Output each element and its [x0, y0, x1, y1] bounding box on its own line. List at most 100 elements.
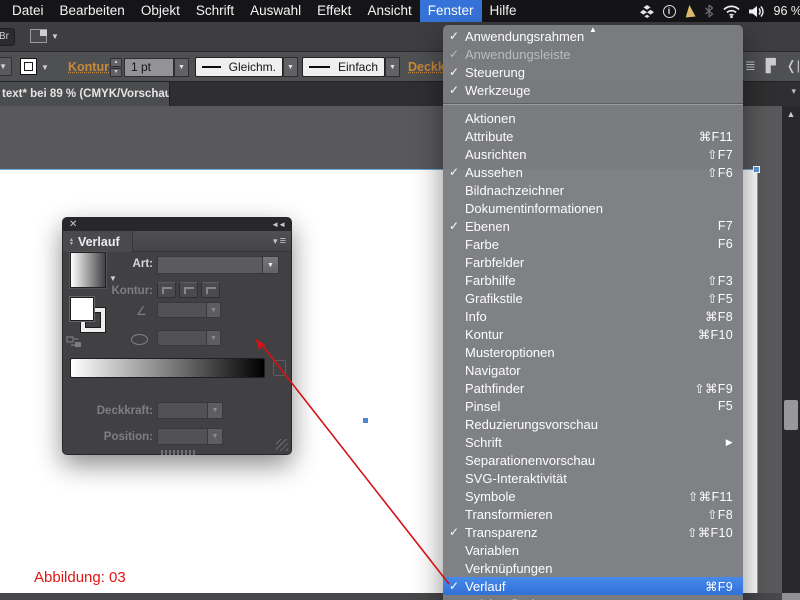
- workspace-switcher[interactable]: ▼: [30, 29, 59, 43]
- menu-item-bildnachzeichner[interactable]: Bildnachzeichner: [443, 181, 743, 199]
- clipped-dropdown-button[interactable]: ▼: [0, 57, 12, 76]
- menu-item-ausrichten[interactable]: Ausrichten ⇧F7: [443, 145, 743, 163]
- stroke-gradient-within-button[interactable]: [157, 282, 176, 298]
- menubar-item-hilfe[interactable]: Hilfe: [482, 0, 525, 22]
- menu-item-schrift[interactable]: Schrift ▶: [443, 433, 743, 451]
- chevron-down-icon[interactable]: ▼: [262, 257, 278, 273]
- stroke-weight-value[interactable]: 1 pt: [124, 58, 174, 77]
- dropbox-icon[interactable]: [639, 4, 654, 18]
- alert-icon[interactable]: [683, 4, 696, 18]
- menu-item-farbfelder[interactable]: Farbfelder: [443, 253, 743, 271]
- gradient-slider[interactable]: [70, 358, 265, 378]
- menu-item-zeichenflächen[interactable]: Zeichenflächen: [443, 595, 743, 600]
- menu-item-variablen[interactable]: Variablen: [443, 541, 743, 559]
- aspect-ratio-field[interactable]: ▼: [157, 330, 221, 346]
- menu-item-info[interactable]: Info ⌘F8: [443, 307, 743, 325]
- menu-item-label: Ebenen: [465, 218, 510, 234]
- width-profile-caret[interactable]: ▼: [283, 57, 298, 77]
- close-icon[interactable]: ✕: [69, 218, 77, 231]
- scrollbar-thumb[interactable]: [784, 400, 798, 430]
- brush-definition-select[interactable]: Einfach: [302, 57, 385, 77]
- stroke-gradient-across-button[interactable]: [201, 282, 220, 298]
- tab-verlauf[interactable]: ▲ ▼ Verlauf: [63, 231, 133, 252]
- menu-item-farbe[interactable]: Farbe F6: [443, 235, 743, 253]
- menu-item-label: Reduzierungsvorschau: [465, 416, 598, 432]
- menu-item-transformieren[interactable]: Transformieren ⇧F8: [443, 505, 743, 523]
- position-field[interactable]: ▼: [157, 428, 223, 445]
- menu-item-musteroptionen[interactable]: Musteroptionen: [443, 343, 743, 361]
- stroke-color-well[interactable]: [20, 58, 37, 75]
- menu-item-separationenvorschau[interactable]: Separationenvorschau: [443, 451, 743, 469]
- menu-item-verlauf[interactable]: ✓ Verlauf ⌘F9: [443, 577, 743, 595]
- menubar-item-ansicht[interactable]: Ansicht: [359, 0, 419, 22]
- scroll-up-icon[interactable]: ▲: [782, 109, 800, 119]
- menu-item-steuerung[interactable]: ✓ Steuerung: [443, 63, 743, 81]
- menu-item-farbhilfe[interactable]: Farbhilfe ⇧F3: [443, 271, 743, 289]
- menu-item-label: Grafikstile: [465, 290, 523, 306]
- menu-shortcut: ⇧F3: [707, 273, 733, 288]
- menu-item-kontur[interactable]: Kontur ⌘F10: [443, 325, 743, 343]
- document-tab[interactable]: text* bei 89 % (CMYK/Vorschau): [0, 82, 170, 106]
- info-icon[interactable]: i: [662, 4, 676, 18]
- gradient-stop-icon[interactable]: [273, 360, 286, 376]
- menu-shortcut: ⇧F8: [707, 507, 733, 522]
- menubar-item-schrift[interactable]: Schrift: [188, 0, 242, 22]
- wifi-icon[interactable]: [722, 5, 740, 18]
- gradient-type-select[interactable]: ▼: [157, 256, 279, 274]
- menu-item-transparenz[interactable]: ✓ Transparenz ⇧⌘F10: [443, 523, 743, 541]
- stroke-gradient-along-button[interactable]: [179, 282, 198, 298]
- chevron-down-icon[interactable]: ▼: [41, 63, 49, 72]
- panel-drag-bar[interactable]: ✕ ◄◄: [63, 218, 291, 231]
- panel-menu-icon[interactable]: ▾ ≡: [273, 231, 291, 251]
- collapse-icon[interactable]: ◄◄: [271, 218, 286, 231]
- bluetooth-icon[interactable]: [704, 4, 714, 18]
- menu-item-attribute[interactable]: Attribute ⌘F11: [443, 127, 743, 145]
- menu-item-navigator[interactable]: Navigator: [443, 361, 743, 379]
- menu-item-grafikstile[interactable]: Grafikstile ⇧F5: [443, 289, 743, 307]
- panel-resize-grip[interactable]: [276, 439, 288, 451]
- tab-overflow-icon[interactable]: ▾: [791, 86, 796, 97]
- menu-item-aussehen[interactable]: ✓ Aussehen ⇧F6: [443, 163, 743, 181]
- menu-item-ebenen[interactable]: ✓ Ebenen F7: [443, 217, 743, 235]
- battery-percentage[interactable]: 96 %: [774, 4, 800, 18]
- opacity-field[interactable]: ▼: [157, 402, 223, 419]
- stroke-weight-label[interactable]: Kontur:: [68, 60, 113, 74]
- panel-resize-dots[interactable]: [161, 450, 197, 455]
- checkmark-icon: ✓: [449, 65, 460, 79]
- menubar-item-bearbeiten[interactable]: Bearbeiten: [52, 0, 133, 22]
- menu-item-pathfinder[interactable]: Pathfinder ⇧⌘F9: [443, 379, 743, 397]
- menu-shortcut: ⌘F9: [705, 579, 733, 594]
- menu-item-werkzeuge[interactable]: ✓ Werkzeuge: [443, 81, 743, 99]
- transform-panel-icon[interactable]: ▛: [766, 58, 776, 74]
- menubar-item-fenster[interactable]: Fenster: [419, 0, 482, 22]
- menu-item-verknüpfungen[interactable]: Verknüpfungen: [443, 559, 743, 577]
- vertical-scrollbar[interactable]: ▲: [782, 106, 800, 600]
- menubar-item-auswahl[interactable]: Auswahl: [242, 0, 309, 22]
- brush-definition-caret[interactable]: ▼: [385, 57, 400, 77]
- menu-item-pinsel[interactable]: Pinsel F5: [443, 397, 743, 415]
- menu-item-dokumentinformationen[interactable]: Dokumentinformationen: [443, 199, 743, 217]
- width-profile-select[interactable]: Gleichm.: [195, 57, 283, 77]
- gradient-angle-field[interactable]: ▼: [157, 302, 221, 318]
- align-panel-icon[interactable]: ≣: [745, 58, 756, 74]
- menu-scroll-up-icon[interactable]: ▲: [443, 26, 743, 34]
- stroke-weight-dropdown[interactable]: ▼: [174, 58, 189, 77]
- stroke-weight-stepper[interactable]: ▲ ▼: [110, 58, 122, 77]
- gradient-swatch-caret[interactable]: ▼: [109, 274, 117, 283]
- menu-item-svg-interaktivität[interactable]: SVG-Interaktivität: [443, 469, 743, 487]
- gradient-swatch[interactable]: [70, 252, 106, 288]
- selection-handle[interactable]: [753, 166, 760, 173]
- menubar-item-datei[interactable]: Datei: [4, 0, 52, 22]
- anchor-point[interactable]: [363, 418, 368, 423]
- bridge-button[interactable]: Br: [0, 28, 15, 46]
- menubar-item-objekt[interactable]: Objekt: [133, 0, 188, 22]
- menu-item-aktionen[interactable]: Aktionen: [443, 109, 743, 127]
- menu-item-label: Verlauf: [465, 578, 506, 594]
- reverse-gradient-icon[interactable]: [66, 336, 83, 349]
- menu-item-symbole[interactable]: Symbole ⇧⌘F11: [443, 487, 743, 505]
- volume-icon[interactable]: [748, 5, 765, 18]
- distribute-icon[interactable]: ❬|: [786, 58, 800, 74]
- menubar-item-effekt[interactable]: Effekt: [309, 0, 359, 22]
- fill-proxy[interactable]: [70, 297, 94, 321]
- menu-item-reduzierungsvorschau[interactable]: Reduzierungsvorschau: [443, 415, 743, 433]
